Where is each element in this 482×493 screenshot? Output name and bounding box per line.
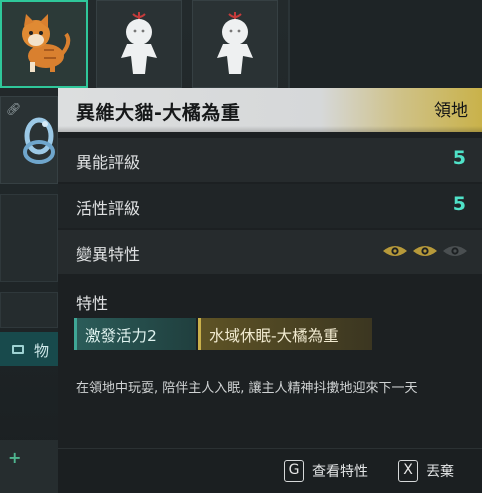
eye-icon-filled bbox=[413, 246, 437, 256]
link-icon: 🔗︎ bbox=[6, 102, 22, 116]
category-tab[interactable] bbox=[0, 332, 58, 366]
stat-value: 5 bbox=[452, 193, 466, 215]
tooltip-header: 異維大貓-大橘為重 領地 bbox=[58, 88, 482, 132]
inventory-grid-edge bbox=[290, 0, 482, 90]
box-icon bbox=[12, 345, 24, 354]
keycap-x: X bbox=[398, 460, 418, 482]
trait-chip-energize[interactable]: 激發活力2 bbox=[74, 318, 196, 350]
category-tab-label: 物 bbox=[34, 342, 50, 360]
stat-row-ability-rating: 異能評級 5 bbox=[58, 138, 482, 182]
inventory-slot-empty-1[interactable] bbox=[0, 194, 58, 282]
eye-icon-empty bbox=[443, 246, 467, 256]
keycap-g: G bbox=[284, 460, 304, 482]
discard-button[interactable]: X 丟棄 bbox=[398, 460, 454, 482]
plus-icon[interactable]: + bbox=[8, 448, 21, 467]
item-tooltip: 異維大貓-大橘為重 領地 異能評級 5 活性評級 5 變異特性 特性 激發活力2… bbox=[58, 88, 482, 493]
stat-row-activity-rating: 活性評級 5 bbox=[58, 184, 482, 228]
item-category-tag: 領地 bbox=[434, 101, 468, 121]
item-description: 在領地中玩耍, 陪伴主人入眠, 讓主人精神抖擻地迎來下一天 bbox=[76, 381, 418, 396]
glass-knot-icon bbox=[23, 117, 55, 164]
stat-label: 活性評級 bbox=[76, 199, 141, 218]
grid-divider bbox=[288, 0, 290, 100]
eye-icon-filled bbox=[383, 246, 407, 256]
white-doll-icon bbox=[121, 12, 157, 74]
inventory-slot-doll-1[interactable] bbox=[96, 0, 182, 88]
traits-heading: 特性 bbox=[76, 294, 109, 313]
inventory-slot-doll-2[interactable] bbox=[192, 0, 278, 88]
tooltip-footer: G 查看特性 X 丟棄 bbox=[58, 448, 482, 493]
view-traits-label: 查看特性 bbox=[312, 464, 368, 480]
item-title: 異維大貓-大橘為重 bbox=[76, 102, 241, 124]
white-doll-icon bbox=[217, 12, 253, 74]
trait-chip-water-hibernation[interactable]: 水域休眠-大橘為重 bbox=[198, 318, 372, 350]
discard-label: 丟棄 bbox=[426, 464, 454, 480]
inventory-slot-cat[interactable] bbox=[0, 0, 88, 88]
inventory-slot-empty-2[interactable] bbox=[0, 292, 58, 328]
view-traits-button[interactable]: G 查看特性 bbox=[284, 460, 368, 482]
orange-cat-icon bbox=[22, 14, 71, 72]
mutation-rating bbox=[382, 244, 468, 258]
stat-label: 異能評級 bbox=[76, 153, 141, 172]
stat-value: 5 bbox=[452, 147, 466, 169]
stat-label: 變異特性 bbox=[76, 245, 141, 264]
stat-row-mutation: 變異特性 bbox=[58, 230, 482, 274]
